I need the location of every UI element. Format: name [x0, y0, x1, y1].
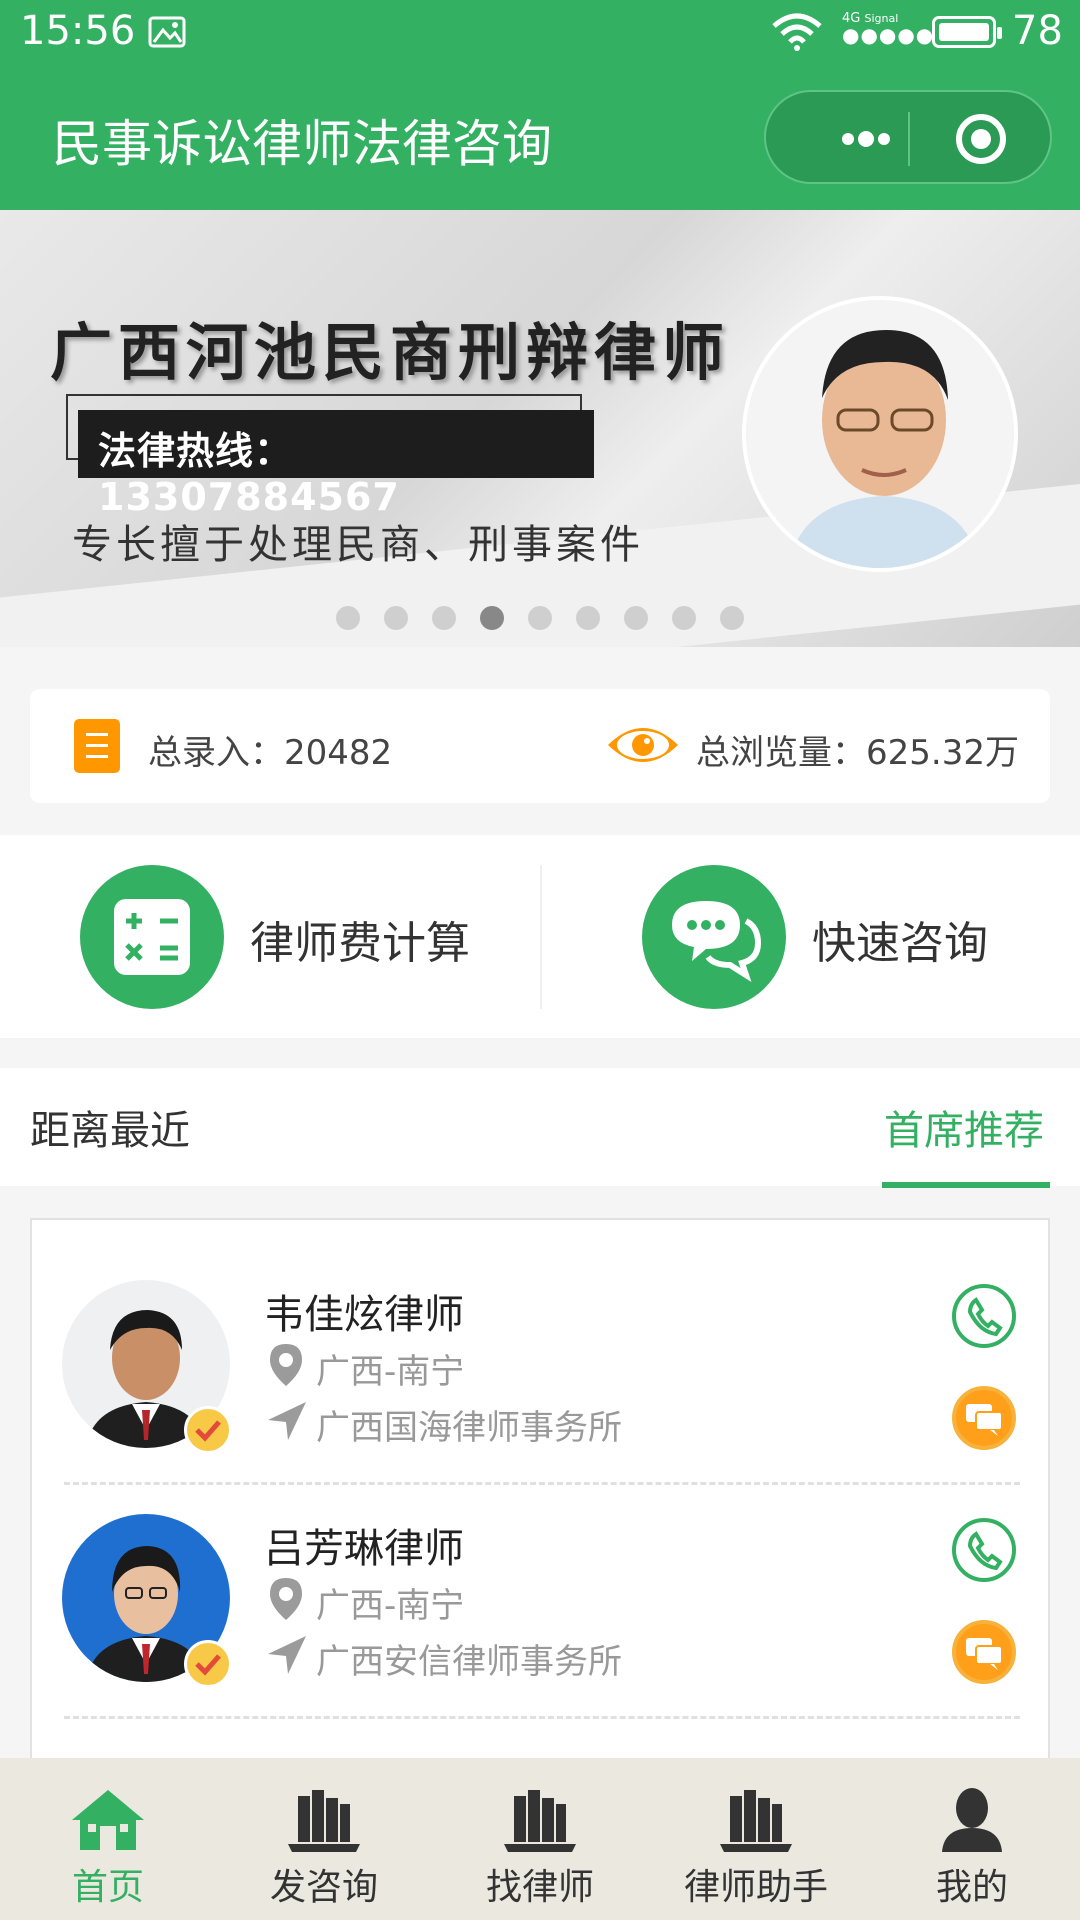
- nav-home[interactable]: 首页: [0, 1758, 216, 1920]
- quick-consult-button[interactable]: 快速咨询: [542, 835, 1080, 1038]
- close-target-button[interactable]: [956, 114, 1006, 164]
- title-bar: 民事诉讼律师法律咨询: [0, 64, 1080, 210]
- lawyer-tabs: 距离最近 首席推荐: [0, 1068, 1080, 1188]
- stats-section: 总录入：20482 总浏览量：625.32万: [0, 647, 1080, 835]
- lawyer-name: 吕芳琳律师: [264, 1526, 464, 1572]
- message-button[interactable]: [952, 1386, 1016, 1450]
- chat-bubbles-icon: [642, 865, 786, 1009]
- navigation-arrow-icon: [268, 1636, 306, 1674]
- lawyer-location: 广西-南宁: [316, 1352, 465, 1392]
- carousel-dot[interactable]: [384, 606, 408, 630]
- tab-recommended[interactable]: 首席推荐: [884, 1098, 1044, 1156]
- carousel-dot-active[interactable]: [480, 606, 504, 630]
- total-entries: 总录入：20482: [148, 733, 393, 773]
- books-icon: [504, 1790, 576, 1852]
- nav-find-lawyer-label: 找律师: [485, 1867, 594, 1908]
- home-icon: [72, 1790, 144, 1850]
- status-bar: 15:56 4G Signal ●●●●● 78: [0, 0, 1080, 64]
- signal-dots-icon: ●●●●●: [842, 23, 935, 47]
- promo-banner[interactable]: 广西河池民商刑辩律师 法律热线：13307884567 专长擅于处理民商、刑事案…: [0, 210, 1080, 647]
- nav-mine-label: 我的: [935, 1867, 1008, 1908]
- banner-specialty: 专长擅于处理民商、刑事案件: [72, 522, 644, 568]
- lawyer-location: 广西-南宁: [316, 1586, 465, 1626]
- lawyer-firm: 广西安信律师事务所: [316, 1642, 622, 1682]
- call-button[interactable]: [952, 1518, 1016, 1582]
- location-pin-icon: [270, 1578, 302, 1620]
- tab-nearest[interactable]: 距离最近: [30, 1098, 190, 1156]
- capsule-divider: [908, 112, 910, 166]
- books-icon: [288, 1790, 360, 1852]
- document-icon: [74, 719, 120, 773]
- list-item[interactable]: 吕芳琳律师 广西-南宁 广西安信律师事务所: [32, 1454, 1048, 1688]
- lawyer-name: 韦佳炫律师: [264, 1292, 464, 1338]
- message-button[interactable]: [952, 1620, 1016, 1684]
- navigation-arrow-icon: [268, 1402, 306, 1440]
- row-divider: [64, 1716, 1020, 1719]
- quick-actions: 律师费计算 快速咨询: [0, 835, 1080, 1038]
- message-icon: [966, 1404, 1003, 1436]
- banner-hotline: 法律热线：13307884567: [78, 410, 594, 519]
- fee-calculator-button[interactable]: 律师费计算: [0, 835, 540, 1038]
- nav-mine[interactable]: 我的: [864, 1758, 1080, 1920]
- nav-lawyer-assistant[interactable]: 律师助手: [648, 1758, 864, 1920]
- wifi-icon: [772, 13, 822, 51]
- carousel-dot[interactable]: [528, 606, 552, 630]
- nav-post-consult[interactable]: 发咨询: [216, 1758, 432, 1920]
- eye-icon: [608, 728, 678, 762]
- lawyer-list: 韦佳炫律师 广西-南宁 广西国海律师事务所 吕芳琳律师 广西-南宁 广西安信律师…: [30, 1218, 1050, 1778]
- message-icon: [966, 1638, 1003, 1670]
- signal-indicator: 4G Signal ●●●●●: [842, 12, 935, 47]
- carousel-dot[interactable]: [672, 606, 696, 630]
- stats-card: 总录入：20482 总浏览量：625.32万: [30, 689, 1050, 803]
- phone-icon: [967, 1297, 1003, 1337]
- battery-level: 78: [1012, 8, 1063, 54]
- page-title: 民事诉讼律师法律咨询: [52, 115, 552, 173]
- call-button[interactable]: [952, 1284, 1016, 1348]
- lawyer-firm: 广西国海律师事务所: [316, 1408, 622, 1448]
- total-views: 总浏览量：625.32万: [696, 733, 1019, 773]
- active-tab-indicator: [882, 1182, 1050, 1188]
- more-dots-icon: [842, 133, 854, 145]
- nav-find-lawyer[interactable]: 找律师: [432, 1758, 648, 1920]
- bottom-navigation: 首页 发咨询 找律师 律师助手 我的: [0, 1758, 1080, 1920]
- banner-headline: 广西河池民商刑辩律师: [50, 316, 731, 389]
- calculator-icon: [80, 865, 224, 1009]
- fee-calculator-label: 律师费计算: [250, 918, 470, 969]
- carousel-dot[interactable]: [576, 606, 600, 630]
- list-item[interactable]: 韦佳炫律师 广西-南宁 广西国海律师事务所: [32, 1220, 1048, 1454]
- books-icon: [720, 1790, 792, 1852]
- user-icon: [942, 1788, 1002, 1852]
- verified-badge-icon: [184, 1640, 232, 1688]
- status-time: 15:56: [20, 8, 136, 54]
- nav-home-label: 首页: [71, 1867, 144, 1908]
- more-button[interactable]: [806, 114, 916, 164]
- location-pin-icon: [270, 1344, 302, 1386]
- image-icon: [148, 16, 186, 48]
- lawyer-portrait: [742, 296, 1018, 572]
- carousel-dot[interactable]: [624, 606, 648, 630]
- nav-post-consult-label: 发咨询: [269, 1867, 378, 1908]
- phone-icon: [967, 1531, 1003, 1571]
- mini-program-capsule: [764, 90, 1052, 184]
- carousel-dot[interactable]: [336, 606, 360, 630]
- carousel-dot[interactable]: [432, 606, 456, 630]
- battery-icon: [932, 16, 1002, 48]
- carousel-dot[interactable]: [720, 606, 744, 630]
- quick-consult-label: 快速咨询: [812, 918, 988, 969]
- verified-badge-icon: [184, 1406, 232, 1454]
- nav-lawyer-assistant-label: 律师助手: [683, 1867, 828, 1908]
